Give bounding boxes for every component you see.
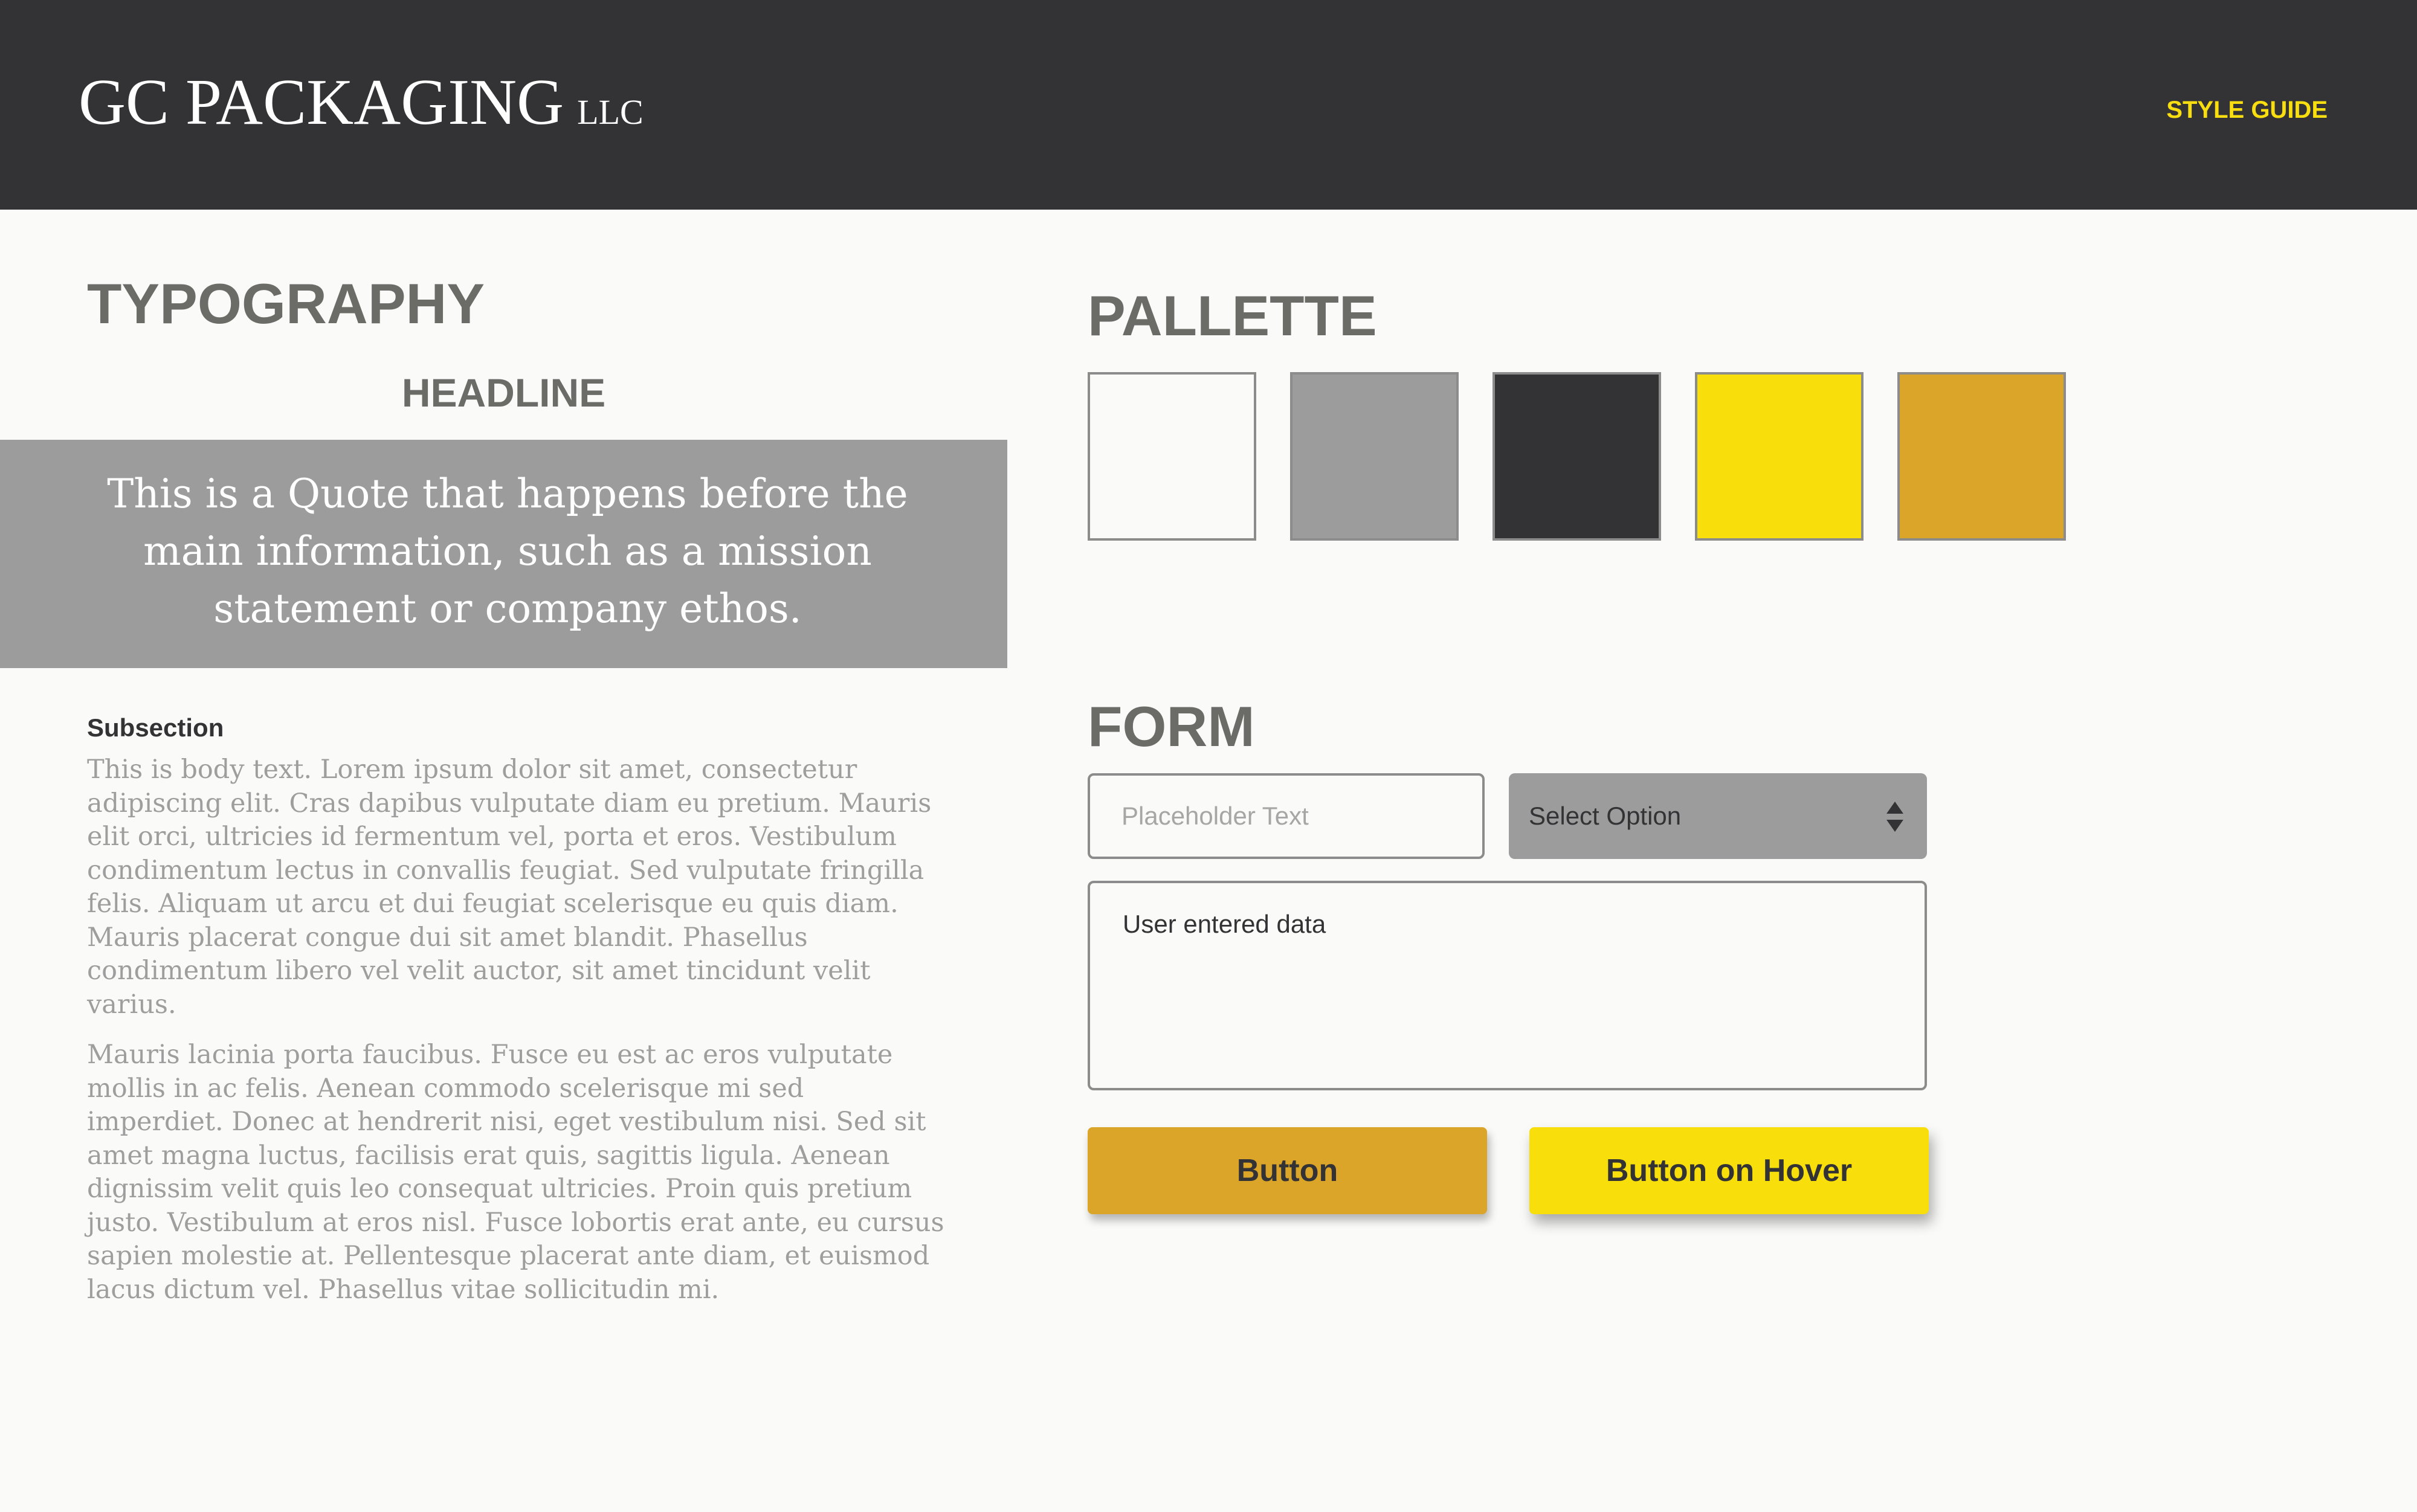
swatch-charcoal — [1492, 372, 1661, 541]
placeholder-text-input[interactable] — [1088, 773, 1485, 859]
typography-title: TYPOGRAPHY — [87, 272, 485, 335]
palette-title: PALLETTE — [1088, 284, 1377, 347]
form-title: FORM — [1088, 695, 1255, 758]
user-data-textarea[interactable]: User entered data — [1088, 881, 1927, 1090]
style-guide-link[interactable]: STYLE GUIDE — [2166, 92, 2328, 128]
select-value: Select Option — [1529, 802, 1682, 830]
quote-block: This is a Quote that happens before the … — [0, 440, 1007, 668]
headline-sample: HEADLINE — [401, 370, 606, 415]
brand-name: GC PACKAGING — [79, 66, 564, 138]
body-paragraph-2: Mauris lacinia porta faucibus. Fusce eu … — [87, 1040, 944, 1305]
swatch-yellow — [1695, 372, 1864, 541]
swatch-white — [1088, 372, 1256, 541]
swatch-gold — [1897, 372, 2066, 541]
brand-logo[interactable]: GC PACKAGING LLC — [79, 63, 644, 152]
select-dropdown[interactable]: Select Option — [1509, 773, 1927, 859]
primary-button[interactable]: Button — [1088, 1127, 1487, 1214]
select-arrows-icon — [1886, 802, 1903, 832]
quote-text: This is a Quote that happens before the … — [107, 471, 908, 632]
site-header: GC PACKAGING LLC STYLE GUIDE — [0, 0, 2417, 210]
subsection-heading: Subsection — [87, 713, 224, 742]
hover-state-button[interactable]: Button on Hover — [1529, 1127, 1929, 1214]
body-paragraph-1: This is body text. Lorem ipsum dolor sit… — [87, 754, 932, 1020]
swatch-gray — [1290, 372, 1459, 541]
brand-suffix: LLC — [577, 92, 644, 132]
